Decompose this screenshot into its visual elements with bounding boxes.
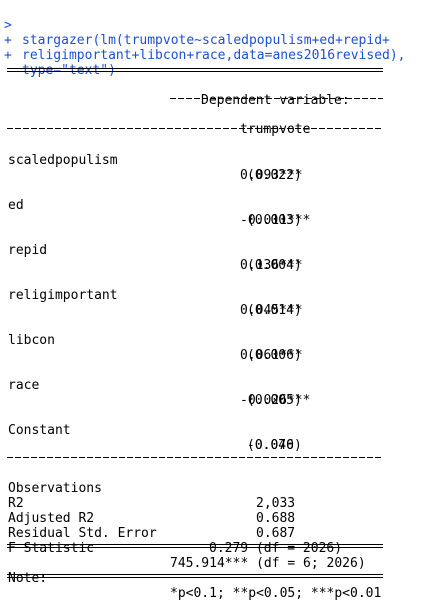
header-bottom-rule	[7, 128, 383, 129]
stats-bottom-rule	[7, 544, 383, 548]
command-line-1: > stargazer(lm(trumpvote~scaledpopulism+…	[0, 3, 439, 48]
table-row-se: (0.005)	[0, 378, 439, 408]
stats-top-rule	[7, 457, 383, 458]
table-row-se: (0.004)	[0, 243, 439, 273]
dependent-name-row: trumpvote	[0, 107, 439, 137]
standard-error: (0.004)	[247, 258, 302, 273]
table-row: religimportant 0.045***	[0, 273, 439, 318]
stat-row: R2 0.688	[0, 481, 439, 526]
dependent-variable-label: Dependent variable:	[201, 93, 350, 108]
table-row: race -0.026***	[0, 363, 439, 408]
table-row-se: (0.006)	[0, 333, 439, 363]
table-top-rule	[7, 68, 383, 72]
dependent-variable-name: trumpvote	[240, 122, 311, 137]
standard-error: (0.046)	[247, 438, 302, 453]
table-row-se: (0.022)	[0, 153, 439, 183]
standard-error: (0.014)	[247, 303, 302, 318]
stat-row: Observations 2,033	[0, 466, 439, 511]
continuation-symbol: +	[4, 48, 12, 63]
command-line-2: + religimportant+libcon+race,data=anes20…	[0, 18, 439, 63]
stat-row: Adjusted R2 0.687	[0, 496, 439, 541]
table-row: ed -0.011***	[0, 183, 439, 228]
table-row: Constant -0.070	[0, 408, 439, 453]
table-row: repid 0.136***	[0, 228, 439, 273]
standard-error: (0.003)	[247, 213, 302, 228]
table-row-se: (0.046)	[0, 423, 439, 453]
header-underline	[170, 98, 383, 99]
note-row: Note: *p<0.1; **p<0.05; ***p<0.01	[0, 556, 439, 601]
table-row-se: (0.003)	[0, 198, 439, 228]
table-row-se: (0.014)	[0, 288, 439, 318]
command-line-3: + type="text")	[0, 33, 439, 78]
table-bottom-rule	[7, 574, 383, 578]
stat-row: Residual Std. Error 0.279 (df = 2026)	[0, 511, 439, 556]
stat-row: F Statistic 745.914*** (df = 6; 2026)	[0, 526, 439, 571]
note-text: *p<0.1; **p<0.05; ***p<0.01	[170, 586, 382, 601]
table-row: scaledpopulism 0.093***	[0, 138, 439, 183]
standard-error: (0.005)	[247, 393, 302, 408]
table-row: libcon 0.061***	[0, 318, 439, 363]
standard-error: (0.006)	[247, 348, 302, 363]
dependent-variable-header: Dependent variable:	[0, 78, 439, 108]
standard-error: (0.022)	[247, 168, 302, 183]
r-console[interactable]: > stargazer(lm(trumpvote~scaledpopulism+…	[0, 0, 439, 601]
command-text: religimportant+libcon+race,data=anes2016…	[22, 48, 406, 63]
